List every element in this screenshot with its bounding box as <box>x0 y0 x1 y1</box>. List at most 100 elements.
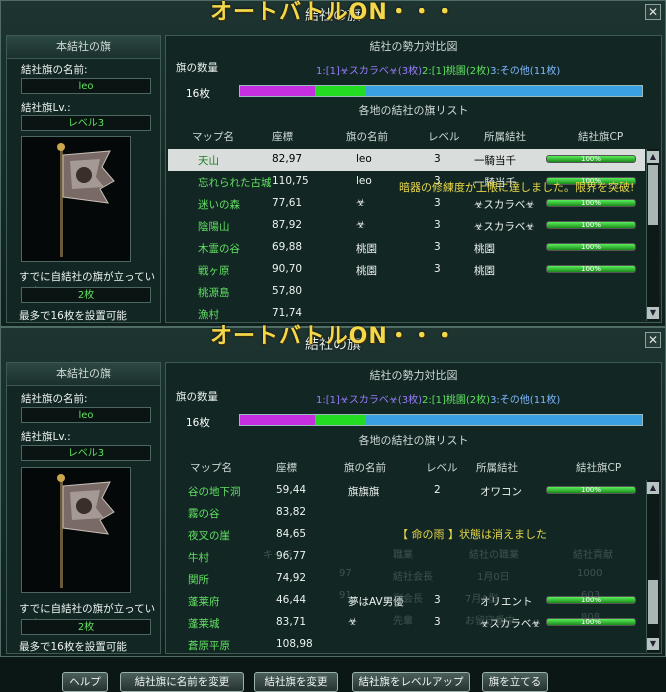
raise-flag-button[interactable]: 旗を立てる <box>482 672 548 692</box>
background-text: キャラ <box>263 550 293 561</box>
legend-touen: 2:[1]桃園(2枚) <box>422 395 491 406</box>
background-text: 先輩 <box>393 616 413 627</box>
flag-list-title: 各地の結社の旗リスト <box>358 434 469 447</box>
table-row[interactable]: 迷いの森 77,61 ☣ 3 ☣スカラベ☣ 100% <box>168 193 645 215</box>
cell-flag: 桃園 <box>356 265 377 277</box>
cell-coord: 84,65 <box>276 528 307 540</box>
list-header: マップ名 座標 旗の名前 レベル 所属結社 結社旗CP <box>166 460 647 476</box>
cell-coord: 90,70 <box>272 263 303 275</box>
cell-map: 陰陽山 <box>198 221 230 233</box>
list-header: マップ名 座標 旗の名前 レベル 所属結社 結社旗CP <box>166 129 647 145</box>
cell-coord: 87,92 <box>272 219 303 231</box>
guild-flag-window-bottom: 結社の旗 ✕ 本結社の旗 結社旗の名前: leo 結社旗Lv.: レベル3 すで… <box>0 327 666 657</box>
list-scrollbar[interactable]: ▲ ▼ <box>646 149 659 321</box>
change-flag-button[interactable]: 結社旗を変更 <box>254 672 338 692</box>
scroll-down-icon[interactable]: ▼ <box>647 307 659 319</box>
cell-map: 霧の谷 <box>188 508 220 520</box>
flag-level-label: 結社旗Lv.: <box>21 102 71 114</box>
background-text: 97 <box>339 568 352 579</box>
total-flag-count: 16枚 <box>186 88 210 100</box>
flag-name-label: 結社旗の名前: <box>21 393 88 405</box>
scroll-thumb[interactable] <box>648 165 658 225</box>
flag-name-field: leo <box>21 78 151 94</box>
cell-map: 蓬莱城 <box>188 618 220 630</box>
cell-coord: 83,71 <box>276 616 307 628</box>
help-button[interactable]: ヘルプ <box>62 672 108 692</box>
cell-map: 夜叉の崖 <box>188 530 230 542</box>
close-icon[interactable]: ✕ <box>645 332 661 348</box>
power-compare-panel: 結社の勢力対比図 旗の数量 1:[1]☣スカラベ☣(3枚)2:[1]桃園(2枚)… <box>165 362 662 654</box>
action-button-bar: ヘルプ 結社旗に名前を変更 結社旗を変更 結社旗をレベルアップ 旗を立てる <box>0 660 666 692</box>
flag-list-title: 各地の結社の旗リスト <box>358 104 469 117</box>
table-row[interactable]: 霧の谷 83,82 <box>168 502 645 524</box>
list-scrollbar[interactable]: ▲ ▼ <box>646 480 659 652</box>
flag-level-field: レベル3 <box>21 445 151 461</box>
scroll-down-icon[interactable]: ▼ <box>647 638 659 650</box>
cell-guild: ☣スカラベ☣ <box>474 199 535 211</box>
level-up-flag-button[interactable]: 結社旗をレベルアップ <box>352 672 470 692</box>
cp-gauge: 100% <box>546 486 636 494</box>
legend-others: 3:その他(11枚) <box>490 395 561 406</box>
col-level: レベル <box>428 131 460 143</box>
background-text: 7月A型 <box>465 594 499 605</box>
table-row[interactable]: 蒼原平原 108,98 <box>168 634 645 656</box>
cell-guild: 一騎当千 <box>474 155 516 167</box>
col-cp: 結社旗CP <box>578 131 624 143</box>
cell-coord: 59,44 <box>276 484 307 496</box>
scroll-up-icon[interactable]: ▲ <box>647 151 659 163</box>
col-coord: 座標 <box>276 462 297 474</box>
col-map: マップ名 <box>190 462 232 474</box>
cell-level: 3 <box>434 241 441 253</box>
table-row[interactable]: 戦ヶ原 90,70 桃園 3 桃園 100% <box>168 259 645 281</box>
system-message-top: 暗器の修練度が上限に達しました。限界を突破! <box>399 181 635 194</box>
cell-map: 木霊の谷 <box>198 243 240 255</box>
col-cp: 結社旗CP <box>576 462 622 474</box>
background-text: 結社貢献 <box>573 550 613 561</box>
col-map: マップ名 <box>192 131 234 143</box>
col-flag-name: 旗の名前 <box>346 131 388 143</box>
rename-flag-button[interactable]: 結社旗に名前を変更 <box>120 672 244 692</box>
flag-count-label: 旗の数量 <box>176 391 218 403</box>
col-guild: 所属結社 <box>484 131 526 143</box>
cell-flag: ☣ <box>356 219 366 231</box>
cell-map: 蓬莱府 <box>188 596 220 608</box>
scroll-thumb[interactable] <box>648 580 658 624</box>
flag-image <box>21 136 131 262</box>
flag-name-field: leo <box>21 407 151 423</box>
cp-gauge: 100% <box>546 221 636 229</box>
cell-map: 忘れられた古城 <box>198 177 272 189</box>
cell-coord: 108,98 <box>276 638 313 650</box>
cp-gauge: 100% <box>546 265 636 273</box>
flag-image <box>21 467 131 593</box>
legend-scarab: 1:[1]☣スカラベ☣(3枚) <box>316 395 422 406</box>
table-row[interactable]: 陰陽山 87,92 ☣ 3 ☣スカラベ☣ 100% <box>168 215 645 237</box>
system-message-bottom: 【 命の雨 】状態は消えました <box>397 528 547 541</box>
own-flag-panel: 本結社の旗 結社旗の名前: leo 結社旗Lv.: レベル3 すでに自結社の旗が… <box>6 362 161 654</box>
power-legend: 1:[1]☣スカラベ☣(3枚)2:[1]桃園(2枚)3:その他(11枚) <box>316 391 560 406</box>
scroll-up-icon[interactable]: ▲ <box>647 482 659 494</box>
cell-level: 3 <box>434 219 441 231</box>
power-bar-segment <box>240 86 316 96</box>
table-row[interactable]: 天山 82,97 leo 3 一騎当千 100% <box>168 149 645 171</box>
power-bar-segment <box>240 415 316 425</box>
flag-count-field: 2枚 <box>21 287 151 303</box>
cell-guild: 桃園 <box>474 265 495 277</box>
background-text: 副会長 <box>393 594 423 605</box>
table-row[interactable]: 木霊の谷 69,88 桃園 3 桃園 100% <box>168 237 645 259</box>
cell-guild: ☣スカラベ☣ <box>474 221 535 233</box>
close-icon[interactable]: ✕ <box>645 4 661 20</box>
cell-coord: 82,97 <box>272 153 303 165</box>
legend-scarab: 1:[1]☣スカラベ☣(3枚) <box>316 66 422 77</box>
table-row[interactable]: 桃源島 57,80 <box>168 281 645 303</box>
auto-battle-overlay-bottom: オートバトルON・・・ <box>210 324 457 349</box>
cell-coord: 69,88 <box>272 241 303 253</box>
power-compare-header: 結社の勢力対比図 <box>369 369 458 382</box>
background-text: 1000 <box>577 568 603 579</box>
col-guild: 所属結社 <box>476 462 518 474</box>
background-text: お留守番中 <box>465 616 515 627</box>
cell-map: 谷の地下洞 <box>188 486 241 498</box>
legend-others: 3:その他(11枚) <box>490 66 561 77</box>
total-flag-count: 16枚 <box>186 417 210 429</box>
cell-map: 戦ヶ原 <box>198 265 230 277</box>
table-row[interactable]: 谷の地下洞 59,44 旗旗旗 2 オワコン 100% <box>168 480 645 502</box>
